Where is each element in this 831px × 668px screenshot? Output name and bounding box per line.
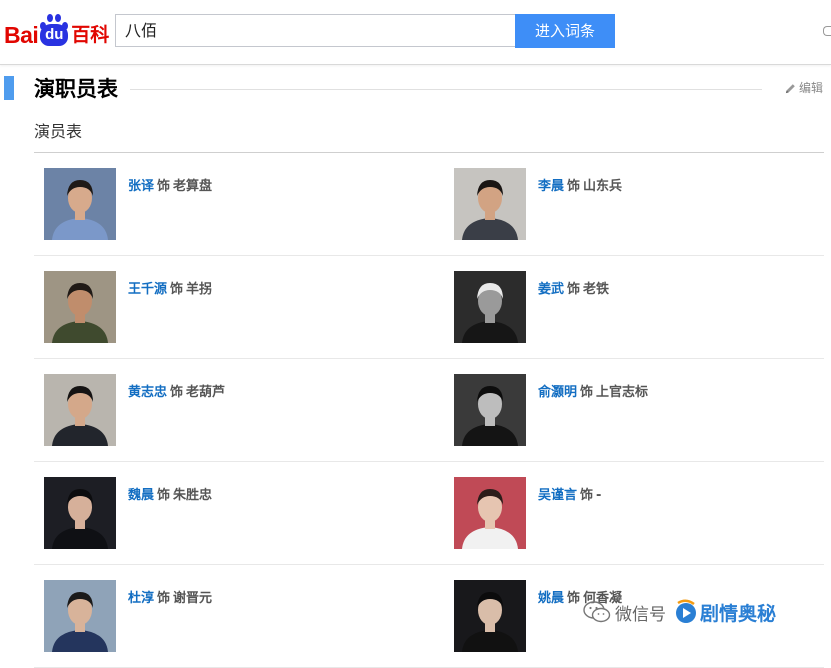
paw-icon: du [39,12,69,50]
as-word: 饰 [157,591,171,606]
role-name: 老算盘 [173,179,213,194]
cast-caption: 姜武饰老铁 [538,281,609,299]
role-name: 老铁 [583,282,610,297]
actor-photo[interactable] [454,580,526,652]
as-word: 饰 [580,385,594,400]
cast-caption: 杜淳饰谢晋元 [128,590,212,608]
wechat-label: 微信号 [615,604,666,625]
as-word: 饰 [170,385,184,400]
wechat-icon [583,601,611,623]
actor-name-link[interactable]: 吴谨言 [538,488,577,503]
wechat-watermark: 微信号 剧情奥秘 [583,592,776,632]
role-name: 老葫芦 [186,385,226,400]
as-word: 饰 [157,179,171,194]
logo-bai-text: Bai [4,22,39,48]
cast-caption: 魏晨饰朱胜忠 [128,487,212,505]
channel-name: 剧情奥秘 [700,602,777,625]
cast-caption: 李晨饰山东兵 [538,178,622,196]
actor-photo[interactable] [44,374,116,446]
channel-logo-icon [676,599,696,623]
top-header: Bai du 百科 八佰 进入词条 [0,0,831,65]
logo-du-text: du [40,24,69,46]
scroll-edge-icon [823,26,831,36]
actor-name-link[interactable]: 俞灏明 [538,385,577,400]
actor-name-link[interactable]: 王千源 [128,282,167,297]
section-accent-bar [4,76,14,100]
title-divider [130,89,762,90]
as-word: 饰 [157,488,171,503]
pencil-icon [785,83,795,93]
edit-label: 编辑 [799,81,824,95]
actor-name-link[interactable]: 魏晨 [128,488,154,503]
cast-row: 魏晨饰朱胜忠 吴谨言饰 - [34,462,824,565]
cast-row: 张译饰老算盘 李晨饰山东兵 [34,153,824,256]
baidu-baike-logo[interactable]: Bai du 百科 [4,10,109,50]
cast-caption: 张译饰老算盘 [128,178,212,196]
actor-name-link[interactable]: 李晨 [538,179,564,194]
cast-subtitle: 演员表 [34,122,83,141]
as-word: 饰 [170,282,184,297]
cast-caption: 俞灏明饰上官志标 [538,384,648,402]
enter-entry-button[interactable]: 进入词条 [515,14,615,48]
section-title: 演职员表 [34,77,118,101]
role-name: 山东兵 [583,179,623,194]
as-word: 饰 [567,591,581,606]
actor-photo[interactable] [44,271,116,343]
role-name: 谢晋元 [173,591,213,606]
actor-photo[interactable] [44,477,116,549]
actor-name-link[interactable]: 姜武 [538,282,564,297]
actor-name-link[interactable]: 黄志忠 [128,385,167,400]
role-name: - [596,488,602,503]
cast-caption: 黄志忠饰老葫芦 [128,384,225,402]
role-name: 朱胜忠 [173,488,213,503]
role-name: 羊拐 [186,282,213,297]
cast-row: 黄志忠饰老葫芦 俞灏明饰上官志标 [34,359,824,462]
actor-photo[interactable] [454,271,526,343]
cast-caption: 王千源饰羊拐 [128,281,212,299]
as-word: 饰 [580,488,594,503]
cast-list: 张译饰老算盘 李晨饰山东兵 王千源饰羊拐 姜武饰老铁 黄志忠饰老葫芦 俞灏明饰上官志标 魏晨… [34,153,824,668]
role-name: 上官志标 [596,385,649,400]
logo-baike-text: 百科 [71,24,110,46]
actor-photo[interactable] [454,374,526,446]
search-input[interactable]: 八佰 [115,14,515,47]
cast-caption: 吴谨言饰 - [538,487,601,505]
actor-photo[interactable] [44,580,116,652]
actor-name-link[interactable]: 杜淳 [128,591,154,606]
cast-row: 王千源饰羊拐 姜武饰老铁 [34,256,824,359]
as-word: 饰 [567,179,581,194]
actor-name-link[interactable]: 姚晨 [538,591,564,606]
actor-photo[interactable] [454,168,526,240]
as-word: 饰 [567,282,581,297]
actor-photo[interactable] [44,168,116,240]
actor-name-link[interactable]: 张译 [128,179,154,194]
actor-photo[interactable] [454,477,526,549]
edit-link[interactable]: 编辑 [785,79,823,97]
